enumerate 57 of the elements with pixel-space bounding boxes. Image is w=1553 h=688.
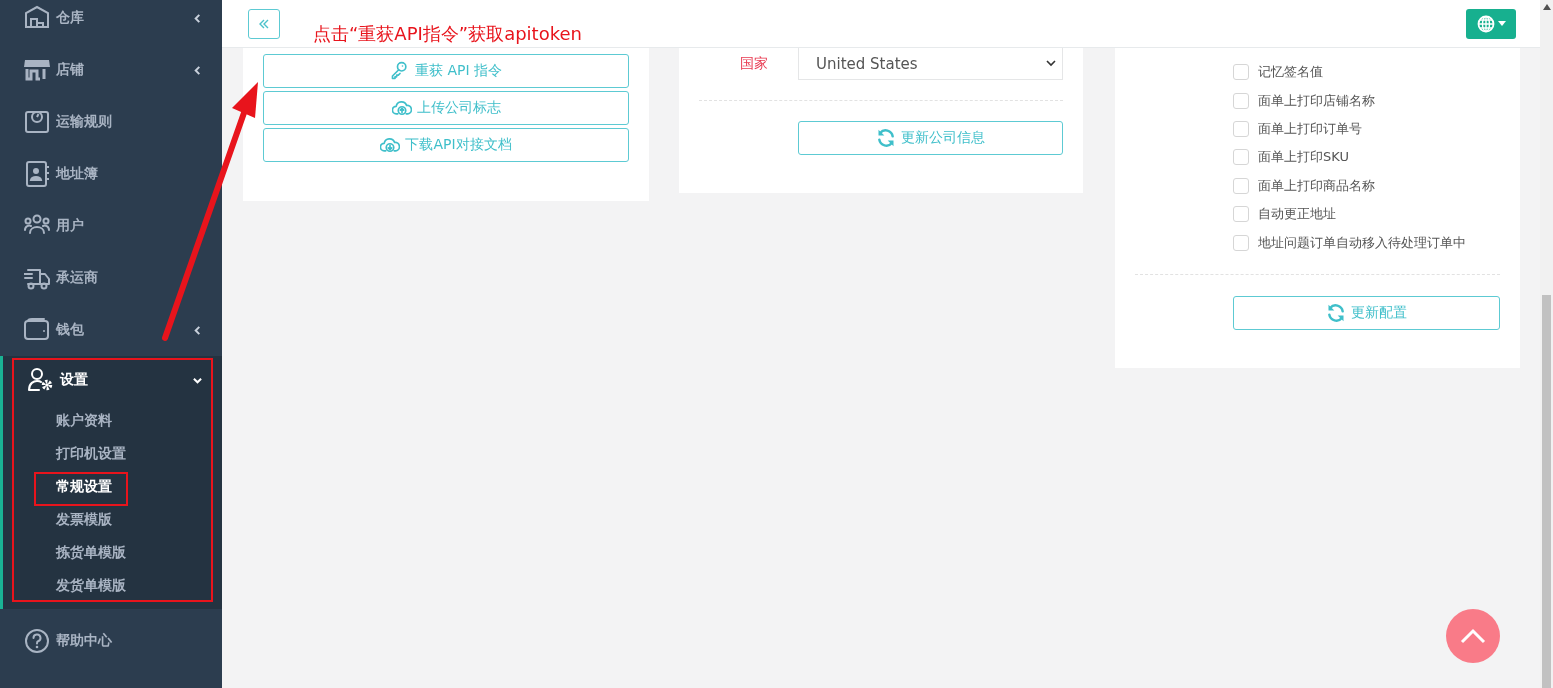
cloud-upload-icon bbox=[391, 98, 412, 118]
scale-icon bbox=[24, 109, 50, 135]
checkbox-label: 面单上打印商品名称 bbox=[1258, 176, 1375, 195]
sidebar-item[interactable]: 用户 bbox=[0, 200, 222, 252]
scroll-up-icon[interactable] bbox=[1542, 4, 1551, 10]
refresh-icon bbox=[1326, 302, 1346, 323]
sidebar-item[interactable]: 帮助中心 bbox=[0, 609, 222, 673]
help-icon bbox=[24, 628, 50, 654]
storefront-icon bbox=[24, 57, 50, 83]
sidebar-item[interactable]: 店铺 bbox=[0, 44, 222, 96]
scrollbar[interactable] bbox=[1540, 0, 1553, 688]
sidebar-item[interactable]: 承运商 bbox=[0, 252, 222, 304]
collapse-sidebar-button[interactable] bbox=[248, 8, 280, 39]
submenu-item[interactable]: 常规设置 bbox=[3, 470, 222, 503]
country-select[interactable]: United States bbox=[798, 48, 1063, 80]
checkbox-label: 记忆签名值 bbox=[1258, 63, 1323, 82]
checkbox-label: 地址问题订单自动移入待处理订单中 bbox=[1258, 233, 1466, 252]
field-label: 国家 bbox=[739, 55, 768, 73]
sidebar-item[interactable]: 仓库 bbox=[0, 0, 222, 44]
checkbox-label: 面单上打印店铺名称 bbox=[1258, 91, 1375, 110]
chevron-down-icon bbox=[1046, 60, 1056, 67]
submenu-item[interactable]: 发票模版 bbox=[3, 503, 222, 536]
checkbox[interactable] bbox=[1233, 149, 1249, 166]
caret-down-icon bbox=[1497, 21, 1506, 26]
refresh-icon bbox=[876, 128, 896, 148]
annotation-text: 点击“重获API指令”获取apitoken bbox=[313, 22, 582, 46]
chevron-left-icon bbox=[193, 325, 202, 335]
chevron-down-icon bbox=[193, 375, 202, 385]
checkbox[interactable] bbox=[1233, 234, 1249, 251]
user-gear-icon bbox=[28, 367, 54, 393]
sidebar-item[interactable]: 地址簿 bbox=[0, 148, 222, 200]
sidebar-item[interactable]: 钱包 bbox=[0, 304, 222, 356]
submenu-item[interactable]: 打印机设置 bbox=[3, 437, 222, 470]
sidebar-item[interactable]: 运输规则 bbox=[0, 96, 222, 148]
chevron-up-icon bbox=[1460, 628, 1486, 644]
chevron-left-icon bbox=[193, 13, 202, 23]
checkbox[interactable] bbox=[1233, 92, 1249, 109]
warehouse-icon bbox=[24, 5, 50, 31]
sidebar-item[interactable]: 设置 bbox=[3, 356, 222, 404]
checkbox-label: 自动更正地址 bbox=[1258, 205, 1336, 224]
language-button[interactable] bbox=[1466, 8, 1516, 39]
key-icon bbox=[389, 61, 410, 81]
globe-icon bbox=[1476, 14, 1495, 33]
checkbox-label: 面单上打印订单号 bbox=[1258, 119, 1362, 138]
chevron-left-icon bbox=[193, 65, 202, 75]
contact-book-icon bbox=[24, 161, 50, 187]
cloud-download-icon bbox=[380, 135, 401, 155]
checkbox[interactable] bbox=[1233, 120, 1249, 137]
checkbox[interactable] bbox=[1233, 64, 1249, 81]
checkbox[interactable] bbox=[1233, 177, 1249, 194]
submenu-item[interactable]: 拣货单模版 bbox=[3, 536, 222, 569]
double-chevron-left-icon bbox=[258, 17, 270, 30]
submenu-item[interactable]: 发货单模版 bbox=[3, 569, 222, 602]
checkbox-label: 面单上打印SKU bbox=[1258, 148, 1349, 167]
checkbox[interactable] bbox=[1233, 206, 1249, 223]
wallet-icon bbox=[24, 317, 50, 343]
submenu-item[interactable]: 账户资料 bbox=[3, 404, 222, 437]
